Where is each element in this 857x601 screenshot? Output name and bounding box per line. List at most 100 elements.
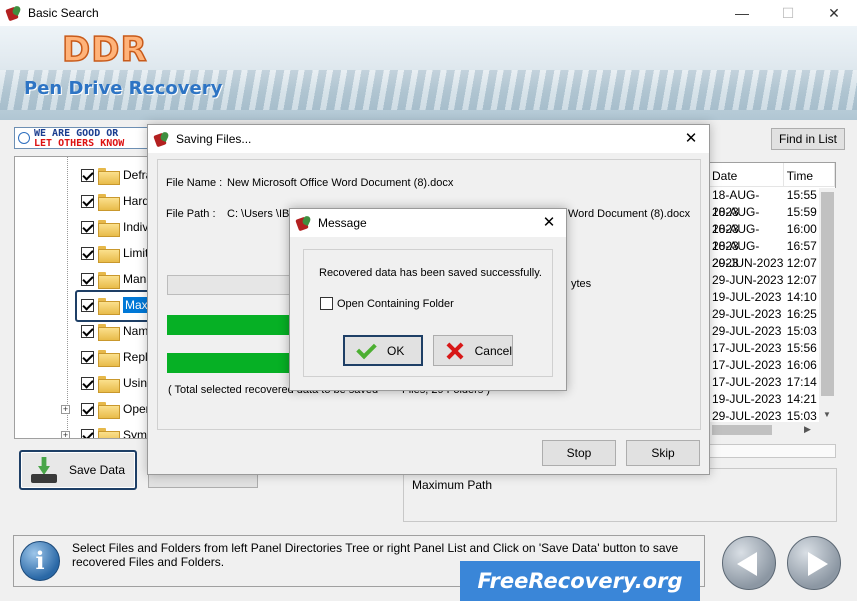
- product-name: Pen Drive Recovery: [24, 78, 223, 99]
- expand-icon[interactable]: +: [61, 430, 70, 438]
- tree-item-checkbox[interactable]: [81, 168, 94, 182]
- info-icon: i: [20, 541, 60, 581]
- list-row[interactable]: 18-AUG-2023 16:00: [709, 221, 835, 253]
- list-row[interactable]: 29-JUL-2023 15:03: [709, 323, 835, 340]
- maximize-button: ☐: [781, 4, 795, 21]
- date-cell: 29-JUN-2023: [712, 273, 784, 287]
- save-data-button[interactable]: Save Data: [19, 450, 137, 490]
- skip-button[interactable]: Skip: [626, 440, 700, 466]
- scroll-right-arrow-icon[interactable]: ▶: [804, 424, 811, 435]
- tree-item[interactable]: Replace: [81, 345, 147, 369]
- expand-icon[interactable]: +: [61, 404, 70, 414]
- tree-item-checkbox[interactable]: [81, 428, 94, 438]
- save-download-icon: [31, 457, 57, 483]
- tree-item-checkbox[interactable]: [81, 376, 94, 390]
- tree-item-label: Individual: [123, 220, 148, 234]
- file-name-value: New Microsoft Office Word Document (8).d…: [227, 177, 454, 189]
- tree-item-checkbox[interactable]: [81, 220, 94, 234]
- folder-icon: [98, 271, 120, 289]
- list-row[interactable]: 18-AUG-2023 16:57: [709, 238, 835, 270]
- file-list[interactable]: Date Time 18-AUG-2023 15:55 18-AUG-2023 15:…: [708, 162, 836, 438]
- tree-item[interactable]: + Open: [61, 397, 147, 421]
- cancel-button[interactable]: Cancel: [433, 335, 513, 366]
- date-cell: 17-JUL-2023: [712, 375, 782, 389]
- list-row[interactable]: 17-JUL-2023 17:14: [709, 374, 835, 391]
- stop-button[interactable]: Stop: [542, 440, 616, 466]
- list-horizontal-scrollbar[interactable]: ▶: [708, 422, 836, 438]
- back-button[interactable]: [722, 536, 776, 590]
- tree-item-checkbox[interactable]: [81, 402, 94, 416]
- saving-dialog-titlebar: Saving Files...: [148, 125, 709, 153]
- list-row[interactable]: 19-JUL-2023 14:10: [709, 289, 835, 306]
- message-dialog-close-button[interactable]: ✕: [532, 209, 566, 237]
- next-arrow-icon: [808, 552, 828, 576]
- path-info-text: Maximum Path: [412, 478, 493, 492]
- date-cell: 18-AUG-2023: [712, 239, 760, 270]
- next-button[interactable]: [787, 536, 841, 590]
- file-name-label: File Name :: [166, 177, 223, 189]
- tree-item-checkbox[interactable]: [81, 350, 94, 364]
- date-cell: 18-AUG-2023: [712, 205, 760, 236]
- list-row[interactable]: 17-JUL-2023 15:56: [709, 340, 835, 357]
- ok-label: OK: [387, 343, 405, 358]
- tree-item-label: Name: [123, 324, 148, 338]
- tree-item[interactable]: Hardware: [81, 189, 148, 213]
- tree-item[interactable]: Individual: [81, 215, 148, 239]
- folder-icon: [98, 427, 120, 438]
- message-dialog-title: Message: [318, 216, 367, 230]
- list-row[interactable]: 29-JUN-2023 12:07: [709, 255, 835, 272]
- open-folder-option[interactable]: Open Containing Folder: [320, 297, 454, 310]
- date-cell: 29-JUL-2023: [712, 324, 782, 338]
- tree-item[interactable]: Manage: [81, 267, 147, 291]
- list-footer: [708, 444, 836, 458]
- tree-item[interactable]: Using: [81, 371, 148, 395]
- list-row[interactable]: 17-JUL-2023 16:06: [709, 357, 835, 374]
- tree-item[interactable]: + Symbols: [61, 423, 147, 439]
- bytes-label: ytes: [571, 278, 592, 290]
- open-folder-label: Open Containing Folder: [337, 297, 454, 310]
- app-banner: DDR Pen Drive Recovery: [0, 26, 857, 120]
- open-folder-checkbox[interactable]: [320, 297, 333, 310]
- find-in-list-button[interactable]: Find in List: [771, 128, 845, 150]
- tree-item-checkbox[interactable]: [81, 194, 94, 208]
- window-title: Basic Search: [28, 6, 99, 20]
- folder-icon: [98, 375, 120, 393]
- tree-item-checkbox[interactable]: [81, 324, 94, 338]
- folder-icon: [98, 193, 120, 211]
- minimize-button[interactable]: —: [719, 0, 765, 26]
- saving-dialog-title: Saving Files...: [176, 132, 252, 146]
- date-cell: 17-JUL-2023: [712, 358, 782, 372]
- tree-item[interactable]: Limitations: [81, 241, 147, 265]
- folder-icon: [98, 167, 120, 185]
- date-cell: 18-AUG-2023: [712, 188, 760, 219]
- tree-item-label: Using: [123, 376, 148, 390]
- vertical-scroll-thumb[interactable]: [821, 192, 834, 396]
- tree-item-label: Open: [123, 402, 147, 416]
- tree-item-label: Replace: [123, 350, 147, 364]
- list-row[interactable]: 19-JUL-2023 14:21: [709, 391, 835, 408]
- smiley-icon: [18, 132, 30, 144]
- tree-item[interactable]: Defragment: [81, 163, 147, 187]
- tree-item-checkbox[interactable]: [81, 272, 94, 286]
- tree-item-label: Symbols: [123, 428, 147, 439]
- date-column-header[interactable]: Date: [709, 163, 784, 186]
- feedback-banner[interactable]: WE ARE GOOD OR LET OTHERS KNOW: [14, 127, 154, 149]
- list-header: Date Time: [709, 163, 835, 187]
- list-row[interactable]: 29-JUN-2023 12:07: [709, 272, 835, 289]
- scroll-down-arrow-icon[interactable]: ▼: [823, 410, 831, 419]
- message-text: Recovered data has been saved successful…: [319, 267, 542, 279]
- list-row[interactable]: 29-JUL-2023 16:25: [709, 306, 835, 323]
- ddr-logo: DDR: [61, 29, 148, 71]
- list-vertical-scrollbar[interactable]: ▼: [819, 188, 836, 422]
- saving-dialog-close-button[interactable]: ✕: [673, 125, 709, 153]
- list-row[interactable]: 18-AUG-2023 15:59: [709, 204, 835, 236]
- time-column-header[interactable]: Time: [784, 163, 835, 186]
- close-button[interactable]: ✕: [811, 0, 857, 26]
- tree-item-label: Manage: [123, 272, 147, 286]
- list-row[interactable]: 18-AUG-2023 15:55: [709, 187, 835, 219]
- ok-button[interactable]: OK: [343, 335, 423, 366]
- tree-item-label: Hardware: [123, 194, 148, 208]
- horizontal-scroll-thumb[interactable]: [712, 425, 772, 435]
- tree-item-checkbox[interactable]: [81, 246, 94, 260]
- tree-item[interactable]: Name: [81, 319, 148, 343]
